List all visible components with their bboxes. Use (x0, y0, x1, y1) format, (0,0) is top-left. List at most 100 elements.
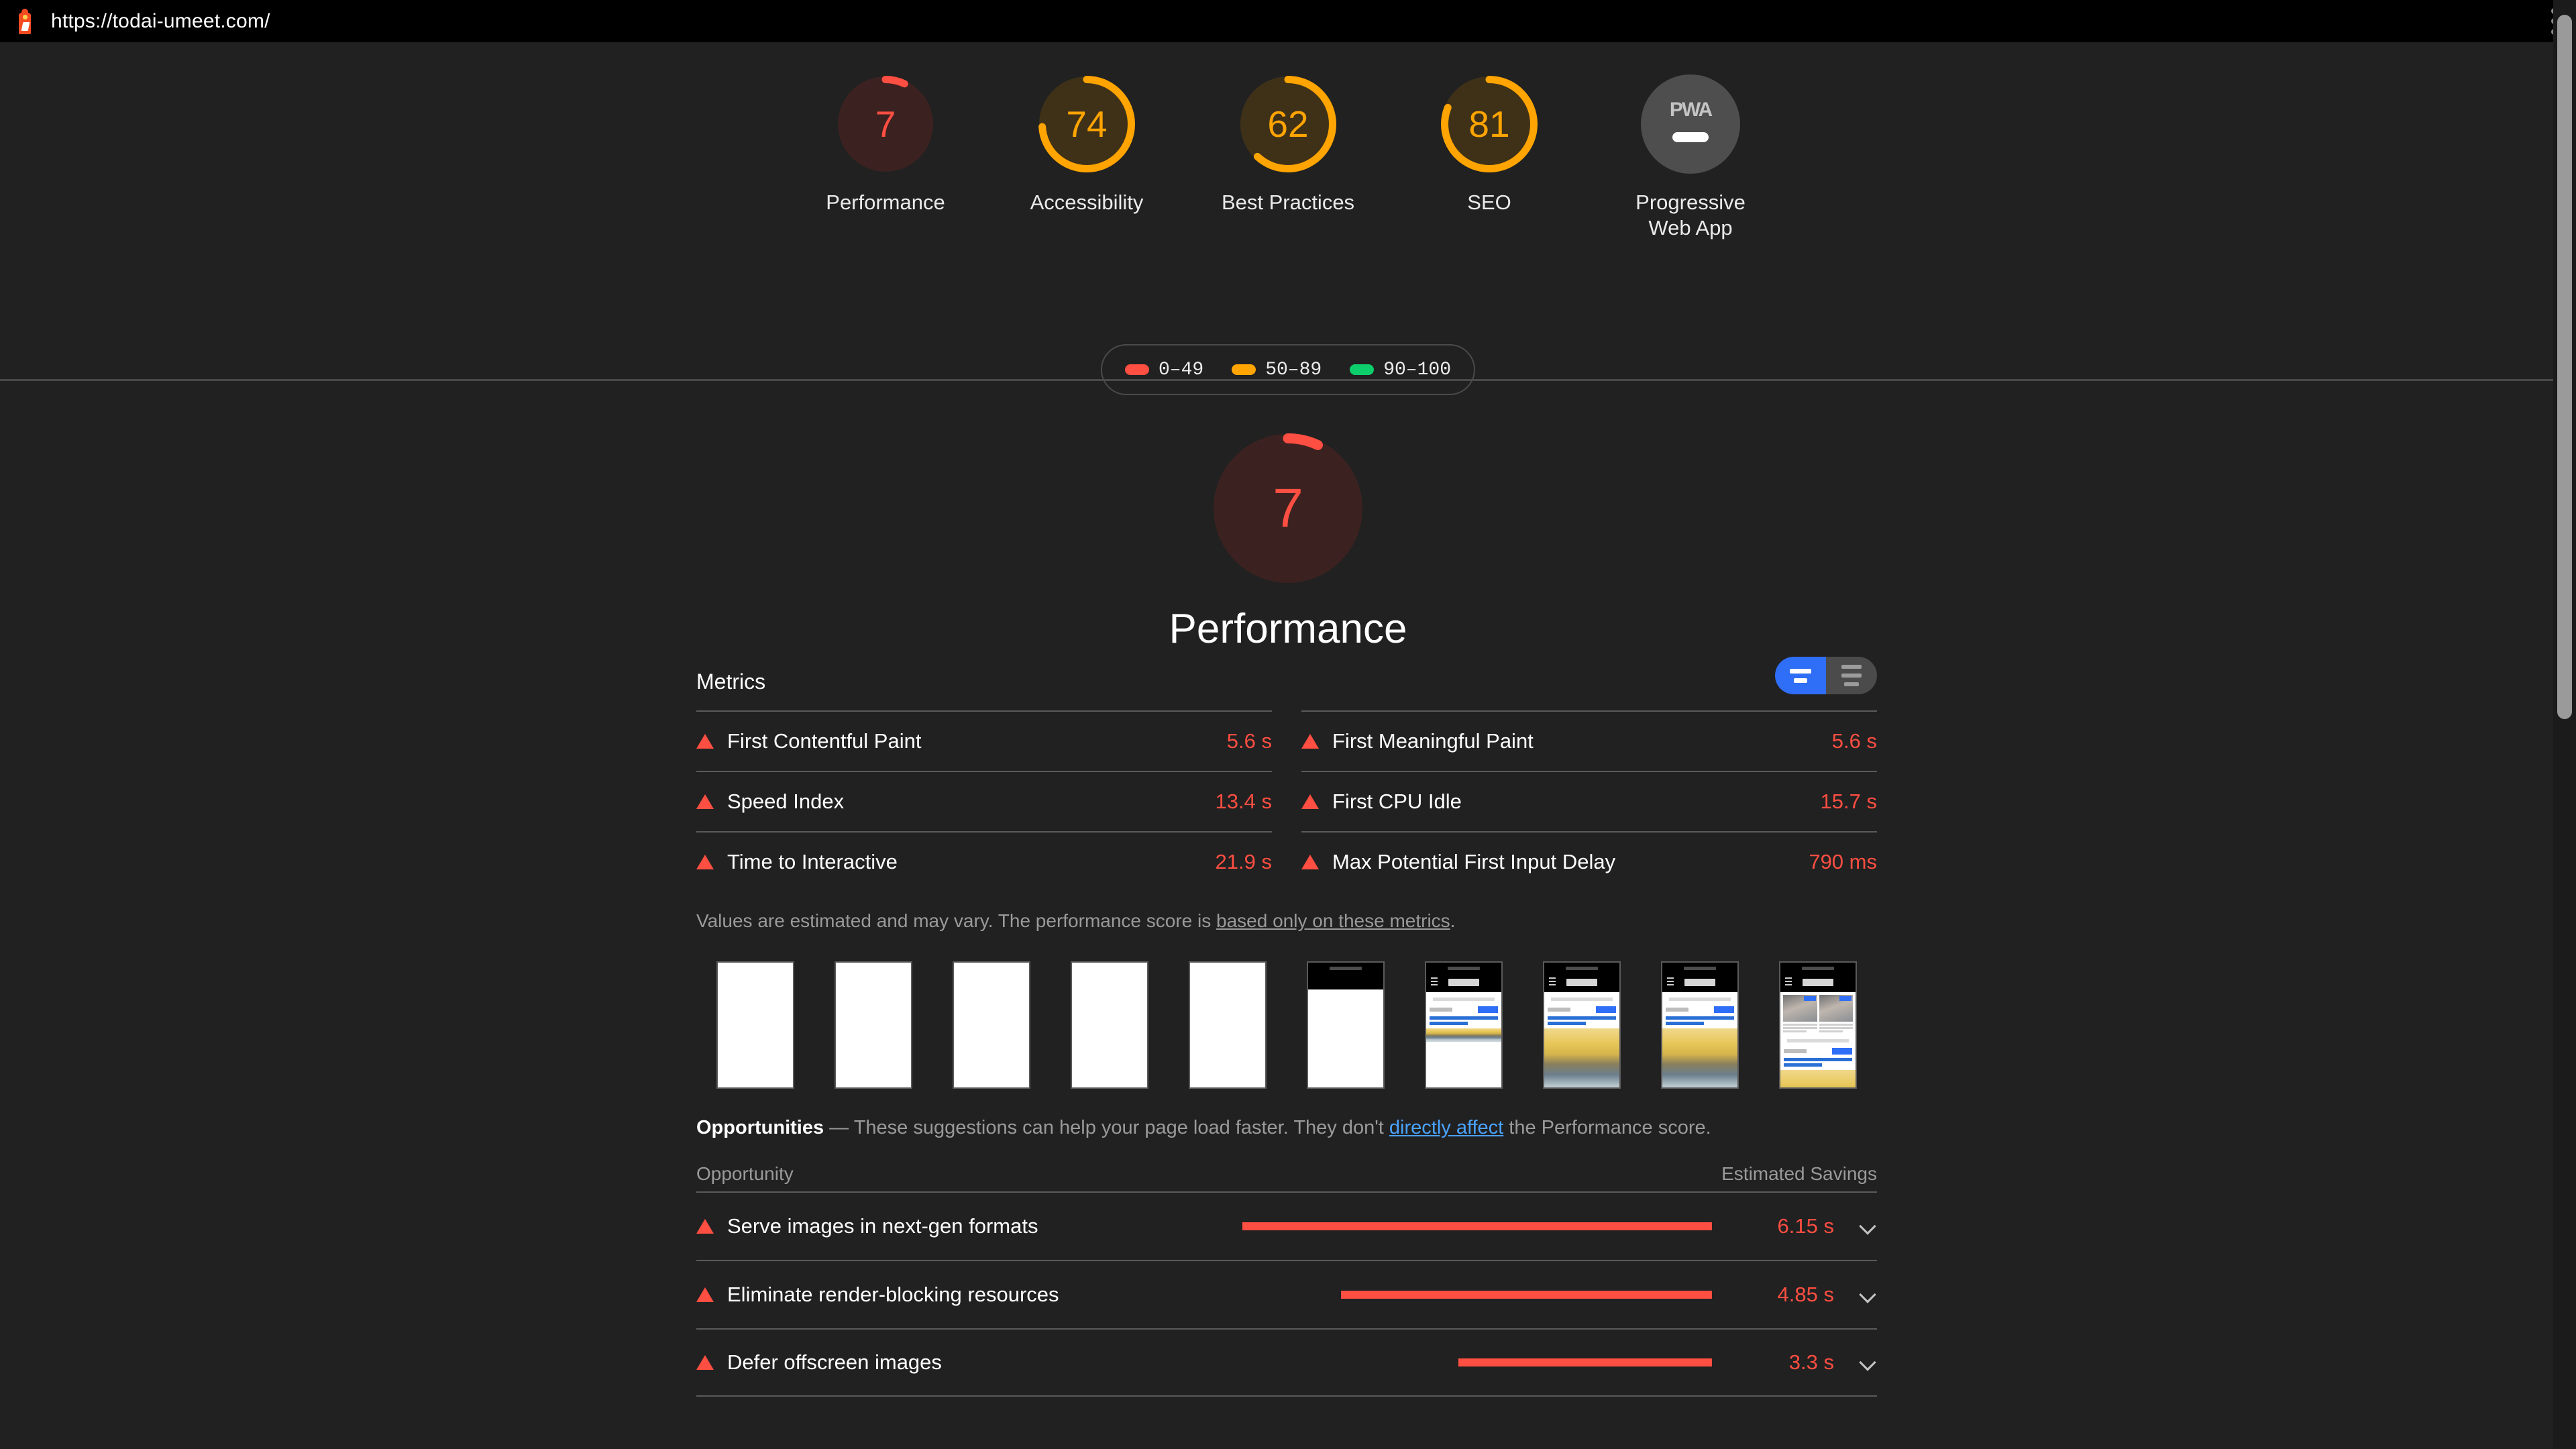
metrics-disclaimer: Values are estimated and may vary. The p… (696, 910, 1877, 932)
opportunity-savings-bar-track (1242, 1358, 1712, 1366)
legend-item: 0–49 (1124, 359, 1204, 380)
opportunities-intro-post: the Performance score. (1503, 1117, 1711, 1138)
page-scrollbar-track[interactable] (2553, 0, 2576, 1449)
fail-triangle-icon (1301, 855, 1319, 869)
filmstrip-thumbnail (716, 961, 794, 1089)
legend-range-text: 0–49 (1158, 359, 1204, 380)
metric-name: First Contentful Paint (727, 729, 922, 753)
metric-name: First CPU Idle (1332, 790, 1462, 813)
metrics-docs-link[interactable]: based only on these metrics (1216, 910, 1450, 931)
fail-triangle-icon (696, 855, 714, 869)
filmstrip-thumbnail (1071, 961, 1148, 1089)
filmstrip-frame (932, 961, 1051, 1089)
opportunity-savings-bar-track (1242, 1291, 1712, 1299)
metric-row[interactable]: First Meaningful Paint 5.6 s (1301, 710, 1877, 771)
opportunity-savings-bar (1242, 1222, 1712, 1230)
legend-item: 90–100 (1350, 360, 1451, 380)
pwa-dash-icon (1672, 131, 1709, 142)
filmstrip-thumbnail (1425, 961, 1503, 1089)
url-text[interactable]: https://todai-umeet.com/ (51, 10, 270, 33)
score-gauge-best-practices[interactable]: 62 Best Practices (1218, 74, 1358, 241)
score-gauge-progressive-web-app[interactable]: PWA Progressive Web App (1620, 74, 1761, 241)
lighthouse-icon (13, 8, 36, 34)
metric-value: 5.6 s (1226, 729, 1272, 753)
report-page: 7 Performance 74 Accessibility 62 Best Practi… (0, 42, 2576, 1449)
opportunity-row[interactable]: Serve images in next-gen formats 6.15 s (696, 1191, 1877, 1260)
opportunities-column-headers: Opportunity Estimated Savings (696, 1157, 1877, 1191)
hero-gauge: 7 (1212, 432, 1364, 585)
opportunity-savings-value: 6.15 s (1777, 1214, 1834, 1238)
metric-name: Time to Interactive (727, 850, 898, 873)
filmstrip-frame (1405, 961, 1523, 1089)
metrics-grid: First Contentful Paint 5.6 s Speed Index 13… (696, 710, 1877, 892)
filmstrip-thumbnail (1189, 961, 1267, 1089)
hero-score-value: 7 (1273, 478, 1303, 539)
disclaimer-text-pre: Values are estimated and may vary. The p… (696, 910, 1217, 931)
score-gauge-seo[interactable]: 81 SEO (1419, 74, 1560, 241)
fail-triangle-icon (696, 1219, 714, 1234)
report-content: Metrics First Contentful Paint 5.6 s Speed… (696, 653, 1877, 1397)
opportunity-name: Serve images in next-gen formats (727, 1214, 1038, 1238)
score-gauge-performance[interactable]: 7 Performance (815, 74, 956, 241)
metric-row[interactable]: First CPU Idle 15.7 s (1301, 771, 1877, 831)
col-header-opportunity: Opportunity (696, 1163, 794, 1184)
metric-row[interactable]: Max Potential First Input Delay 790 ms (1301, 831, 1877, 892)
gauge-ring: 7 (836, 74, 935, 174)
fail-triangle-icon (1301, 734, 1319, 749)
fail-triangle-icon (696, 1287, 714, 1302)
gauge-label: Performance (826, 191, 945, 214)
filmstrip (696, 961, 1877, 1089)
metric-row[interactable]: First Contentful Paint 5.6 s (696, 710, 1272, 771)
opportunity-row[interactable]: Eliminate render-blocking resources 4.85 … (696, 1260, 1877, 1328)
gauge-label: Progressive Web App (1635, 191, 1746, 239)
browser-url-bar: https://todai-umeet.com/ (0, 0, 2576, 42)
legend-swatch-icon (1350, 364, 1375, 375)
metrics-view-toggle[interactable] (1775, 657, 1877, 694)
metric-name: Speed Index (727, 790, 845, 813)
metric-row[interactable]: Speed Index 13.4 s (696, 771, 1272, 831)
score-gauge-accessibility[interactable]: 74 Accessibility (1016, 74, 1157, 241)
col-header-estimated-savings: Estimated Savings (1721, 1163, 1877, 1184)
chevron-down-icon[interactable] (1860, 1218, 1877, 1235)
gauge-label: Best Practices (1221, 191, 1355, 214)
opportunity-savings-value: 4.85 s (1777, 1283, 1834, 1306)
simple-view-toggle[interactable] (1775, 657, 1826, 694)
pwa-badge-icon: PWA (1641, 74, 1740, 174)
metric-name: Max Potential First Input Delay (1332, 850, 1616, 873)
filmstrip-frame (1287, 961, 1405, 1089)
metric-value: 790 ms (1809, 850, 1877, 873)
page-scrollbar-thumb[interactable] (2557, 15, 2572, 719)
opportunity-savings-value: 3.3 s (1788, 1350, 1834, 1374)
opportunity-row[interactable]: Defer offscreen images 3.3 s (696, 1328, 1877, 1397)
legend-swatch-icon (1232, 364, 1256, 375)
chevron-down-icon[interactable] (1860, 1354, 1877, 1371)
gauge-label: Accessibility (1030, 191, 1144, 214)
filmstrip-thumbnail (1307, 961, 1385, 1089)
opportunity-savings-bar (1341, 1291, 1712, 1299)
filmstrip-frame (814, 961, 932, 1089)
opportunity-name: Defer offscreen images (727, 1350, 942, 1374)
gauge-label: SEO (1467, 191, 1511, 214)
gauge-score-value: 7 (875, 103, 896, 145)
gauge-score-value: 81 (1468, 103, 1510, 145)
metric-name: First Meaningful Paint (1332, 729, 1534, 753)
score-gauges: 7 Performance 74 Accessibility 62 Best Practi… (0, 74, 2576, 241)
gauge-ring: 62 (1238, 74, 1338, 174)
filmstrip-frame (1641, 961, 1759, 1089)
opportunity-savings-bar-track (1242, 1222, 1712, 1230)
chevron-down-icon[interactable] (1860, 1286, 1877, 1303)
metric-row[interactable]: Time to Interactive 21.9 s (696, 831, 1272, 892)
metric-value: 13.4 s (1215, 790, 1272, 813)
fail-triangle-icon (696, 734, 714, 749)
gauge-ring: 74 (1037, 74, 1136, 174)
fail-triangle-icon (1301, 794, 1319, 809)
directly-affect-link[interactable]: directly affect (1389, 1117, 1503, 1138)
opportunity-savings-bar (1458, 1358, 1712, 1366)
expanded-view-toggle[interactable] (1826, 657, 1877, 694)
fail-triangle-icon (696, 1355, 714, 1370)
legend-range-text: 50–89 (1265, 359, 1322, 380)
page-title: Performance (1169, 606, 1407, 652)
filmstrip-frame (1523, 961, 1641, 1089)
metric-value: 21.9 s (1215, 850, 1272, 873)
legend-swatch-icon (1124, 364, 1149, 375)
